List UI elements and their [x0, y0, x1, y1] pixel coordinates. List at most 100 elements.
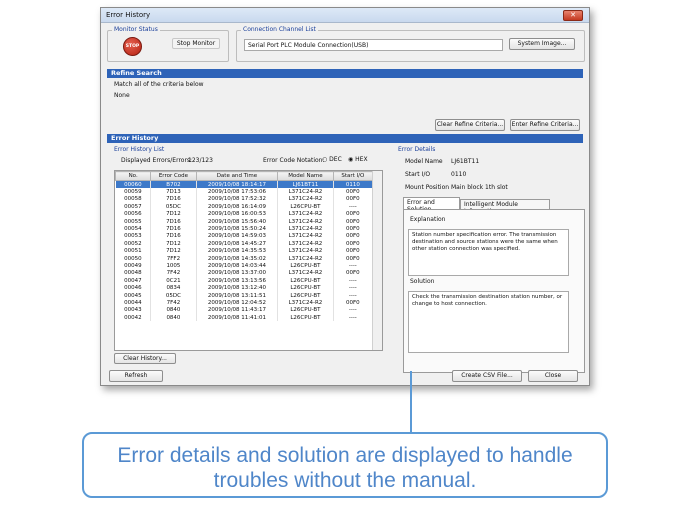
- cell-model-name: L371C24-R2: [277, 269, 334, 278]
- table-row[interactable]: 00046 0834 2009/10/08 13:12:40 L26CPU-BT ---…: [115, 284, 374, 292]
- table-row[interactable]: 00049 1005 2009/10/08 14:03:44 L26CPU-BT ---…: [115, 262, 374, 270]
- window-title: Error History: [106, 11, 151, 19]
- cell-date-time: 2009/10/08 15:50:24: [196, 225, 279, 233]
- stop-monitor-button[interactable]: Stop Monitor: [172, 38, 220, 49]
- cell-no: 00060: [115, 180, 152, 189]
- table-row[interactable]: 00054 7D16 2009/10/08 15:50:24 L371C24-R2 00…: [115, 225, 374, 233]
- cell-no: 00055: [115, 217, 152, 226]
- cell-date-time: 2009/10/08 11:43:17: [196, 306, 279, 315]
- cell-error-code: 7D12: [150, 210, 197, 218]
- cell-start-io: 00F0: [333, 232, 374, 241]
- create-csv-file-button[interactable]: Create CSV File...: [452, 370, 522, 382]
- cell-error-code: 0C21: [150, 277, 197, 285]
- column-header-model-name[interactable]: Model Name: [277, 171, 334, 181]
- cell-error-code: 1005: [150, 262, 197, 270]
- table-row[interactable]: 00052 7D12 2009/10/08 14:45:27 L371C24-R2 00…: [115, 240, 374, 248]
- table-row[interactable]: 00044 7F42 2009/10/08 12:04:52 L371C24-R2 00…: [115, 299, 374, 307]
- mount-position-value: Main block 1th slot: [451, 184, 508, 191]
- cell-no: 00050: [115, 254, 152, 263]
- callout-line-2: troubles without the manual.: [213, 469, 477, 492]
- cell-error-code: 7D16: [150, 195, 197, 204]
- explanation-label: Explanation: [410, 216, 446, 223]
- table-row[interactable]: 00053 7D16 2009/10/08 14:59:03 L371C24-R2 00…: [115, 232, 374, 241]
- table-row[interactable]: 00043 0840 2009/10/08 11:43:17 L26CPU-BT ---…: [115, 306, 374, 315]
- table-row[interactable]: 00042 0840 2009/10/08 11:41:01 L26CPU-BT ---…: [115, 314, 374, 322]
- clear-history-button[interactable]: Clear History...: [114, 353, 176, 364]
- connection-channel-field: Serial Port PLC Module Connection(USB): [244, 39, 503, 51]
- cell-date-time: 2009/10/08 11:41:01: [196, 314, 279, 322]
- cell-start-io: 00F0: [333, 217, 374, 226]
- notation-dec-radio[interactable]: ○ DEC: [322, 156, 342, 163]
- table-row[interactable]: 00058 7D16 2009/10/08 17:52:32 L371C24-R2 00…: [115, 195, 374, 204]
- notation-hex-radio[interactable]: ◉ HEX: [348, 156, 368, 163]
- cell-no: 00045: [115, 291, 152, 300]
- table-row[interactable]: 00060 B702 2009/10/08 18:14:17 LJ61BT11 0110: [115, 180, 374, 189]
- cell-error-code: 7D16: [150, 232, 197, 241]
- cell-start-io: ----: [333, 291, 374, 300]
- column-header-error-code[interactable]: Error Code: [150, 171, 197, 181]
- cell-start-io: 00F0: [333, 299, 374, 307]
- cell-start-io: 00F0: [333, 247, 374, 255]
- table-row[interactable]: 00047 0C21 2009/10/08 13:13:56 L26CPU-BT ---…: [115, 277, 374, 285]
- column-header-start-io[interactable]: Start I/O: [332, 171, 374, 181]
- cell-error-code: 7F42: [150, 269, 197, 278]
- table-row[interactable]: 00059 7D13 2009/10/08 17:53:06 L371C24-R2 00…: [115, 188, 374, 196]
- table-row[interactable]: 00056 7D12 2009/10/08 16:00:53 L371C24-R2 00…: [115, 210, 374, 218]
- table-scrollbar[interactable]: [372, 171, 382, 350]
- displayed-errors-label: Displayed Errors/Errors:: [121, 157, 193, 164]
- error-history-list-label: Error History List: [114, 146, 165, 153]
- cell-start-io: ----: [333, 277, 374, 285]
- cell-no: 00046: [115, 284, 152, 292]
- cell-model-name: L26CPU-BT: [277, 277, 334, 285]
- start-io-value: 0110: [451, 171, 467, 178]
- column-header-date-time[interactable]: Date and Time: [195, 171, 279, 181]
- cell-no: 00057: [115, 203, 152, 211]
- cell-start-io: 00F0: [333, 188, 374, 196]
- refine-match-text: Match all of the criteria below: [114, 81, 204, 88]
- cell-start-io: 00F0: [333, 240, 374, 248]
- displayed-errors-value: 123/123: [188, 157, 213, 164]
- table-row[interactable]: 00055 7D16 2009/10/08 15:56:40 L371C24-R2 00…: [115, 217, 374, 226]
- cell-no: 00042: [115, 314, 152, 322]
- cell-error-code: 7D12: [150, 240, 197, 248]
- cell-model-name: L26CPU-BT: [277, 284, 334, 292]
- connection-channel-label: Connection Channel List: [241, 26, 318, 33]
- error-history-table[interactable]: No. Error Code Date and Time Model Name …: [114, 170, 383, 351]
- cell-error-code: 05DC: [150, 203, 197, 211]
- cell-date-time: 2009/10/08 14:35:02: [196, 254, 279, 263]
- cell-no: 00059: [115, 188, 152, 196]
- cell-error-code: 0840: [150, 306, 197, 315]
- cell-model-name: L26CPU-BT: [277, 262, 334, 270]
- table-row[interactable]: 00050 7FF2 2009/10/08 14:35:02 L371C24-R2 00…: [115, 254, 374, 263]
- cell-start-io: 00F0: [333, 225, 374, 233]
- system-image-button[interactable]: System Image...: [509, 38, 575, 50]
- cell-start-io: ----: [333, 203, 374, 211]
- start-io-label: Start I/O: [405, 171, 431, 178]
- table-row[interactable]: 00051 7D12 2009/10/08 14:35:53 L371C24-R2 00…: [115, 247, 374, 255]
- error-code-notation-label: Error Code Notation:: [263, 157, 325, 164]
- cell-date-time: 2009/10/08 14:45:27: [196, 240, 279, 248]
- cell-no: 00056: [115, 210, 152, 218]
- enter-refine-criteria-button[interactable]: Enter Refine Criteria...: [510, 119, 580, 131]
- monitor-status-label: Monitor Status: [112, 26, 160, 33]
- solution-text: Check the transmission destination stati…: [408, 291, 569, 353]
- notation-dec-label: DEC: [329, 156, 342, 163]
- clear-refine-criteria-button[interactable]: Clear Refine Criteria...: [435, 119, 505, 131]
- cell-no: 00052: [115, 240, 152, 248]
- cell-model-name: L371C24-R2: [277, 299, 334, 307]
- refresh-button[interactable]: Refresh: [109, 370, 163, 382]
- model-name-label: Model Name: [405, 158, 443, 165]
- callout-box: Error details and solution are displayed…: [82, 432, 608, 498]
- table-row[interactable]: 00045 05DC 2009/10/08 13:11:51 L26CPU-BT ---…: [115, 291, 374, 300]
- table-row[interactable]: 00057 05DC 2009/10/08 16:14:09 L26CPU-BT ---…: [115, 203, 374, 211]
- column-header-no[interactable]: No.: [115, 171, 152, 181]
- tab-error-and-solution[interactable]: Error and Solution: [403, 197, 460, 213]
- table-row[interactable]: 00048 7F42 2009/10/08 13:37:00 L371C24-R2 00…: [115, 269, 374, 278]
- cell-model-name: LJ61BT11: [277, 180, 334, 189]
- tab-intelligent-module-information[interactable]: Intelligent Module Information: [460, 199, 550, 215]
- close-icon[interactable]: ✕: [563, 10, 583, 21]
- refine-criteria-text: None: [114, 92, 130, 99]
- cell-model-name: L26CPU-BT: [277, 306, 334, 315]
- cell-date-time: 2009/10/08 12:04:52: [196, 299, 279, 307]
- close-button[interactable]: Close: [528, 370, 578, 382]
